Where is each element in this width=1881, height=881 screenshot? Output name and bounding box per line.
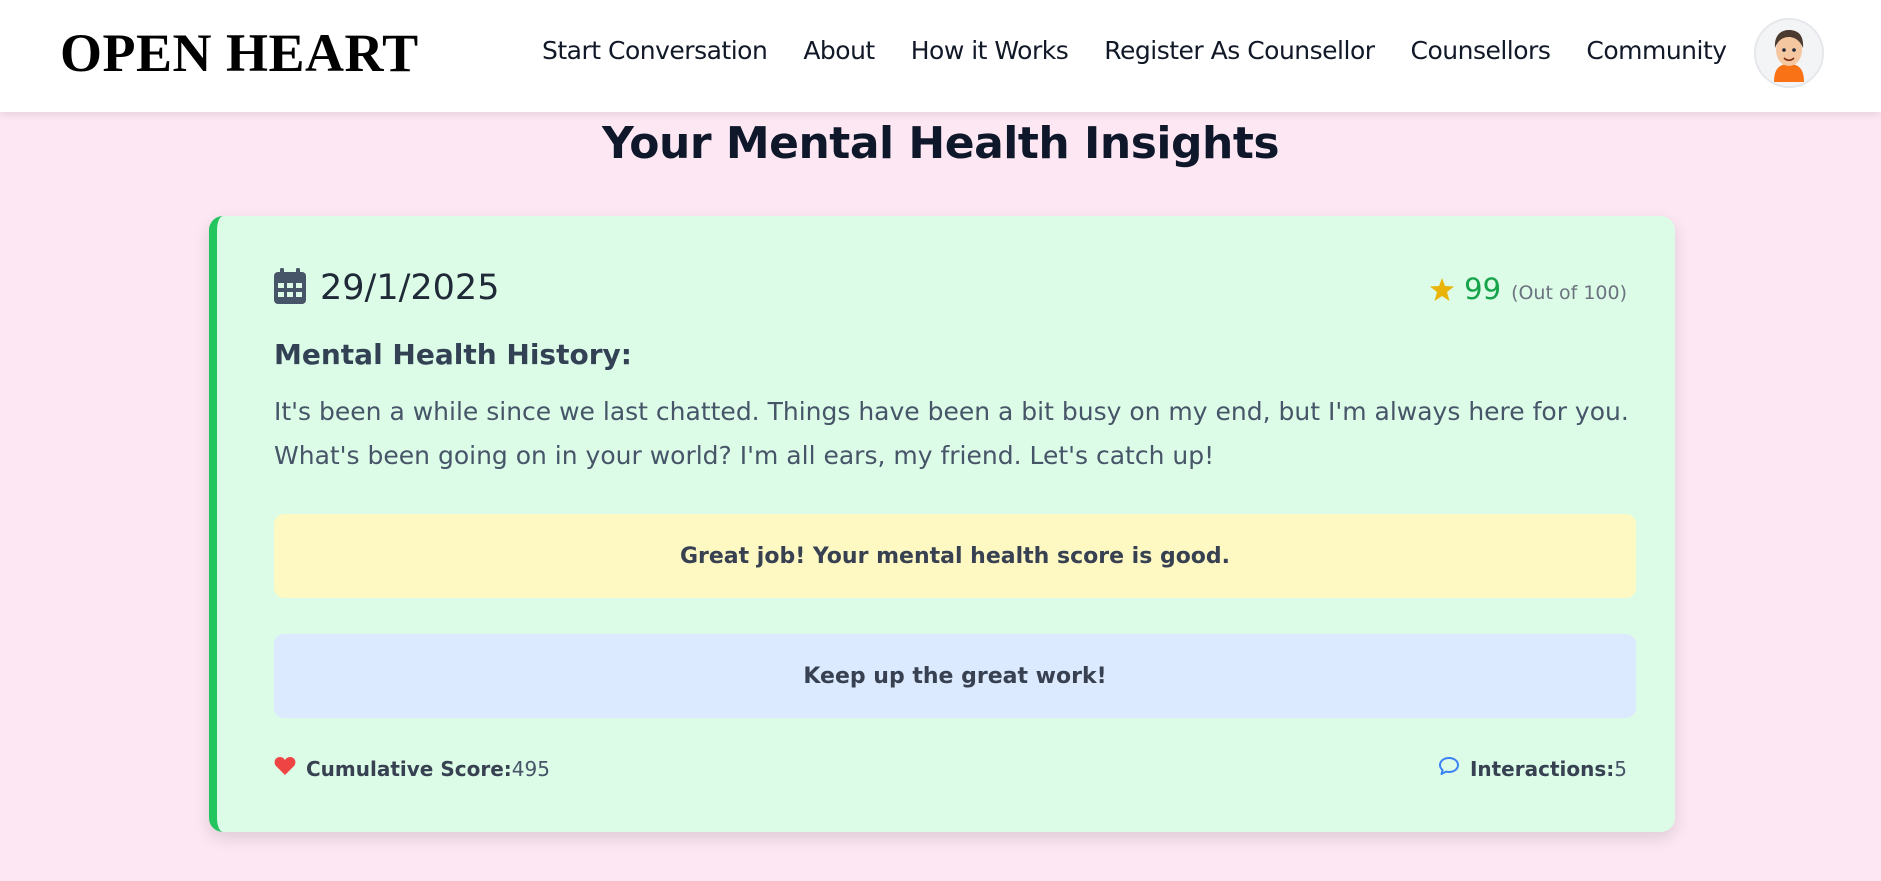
interactions-value: 5 (1614, 756, 1627, 781)
heart-icon (274, 756, 296, 781)
date-text: 29/1/2025 (320, 268, 500, 308)
encouragement-text: Keep up the great work! (803, 663, 1107, 689)
nav-community[interactable]: Community (1586, 36, 1727, 65)
score-display: 99 (Out of 100) (1430, 272, 1627, 306)
insight-date: 29/1/2025 (274, 268, 499, 308)
cumulative-value: 495 (511, 756, 550, 781)
nav-about[interactable]: About (803, 36, 875, 65)
encouragement-banner: Keep up the great work! (274, 634, 1636, 718)
chat-bubble-icon (1438, 756, 1460, 781)
brand-logo[interactable]: OPEN HEART (60, 20, 419, 86)
nav-how-it-works[interactable]: How it Works (911, 36, 1069, 65)
history-heading: Mental Health History: (274, 338, 632, 371)
star-icon (1430, 276, 1455, 303)
score-message-banner: Great job! Your mental health score is g… (274, 514, 1636, 598)
score-scale: (Out of 100) (1511, 282, 1627, 304)
nav-register-counsellor[interactable]: Register As Counsellor (1104, 36, 1375, 65)
insight-card: 29/1/2025 99 (Out of 100) Mental Health … (209, 216, 1675, 832)
nav-counsellors[interactable]: Counsellors (1411, 36, 1551, 65)
avatar-face-icon (1756, 20, 1822, 86)
cumulative-score: Cumulative Score:495 (274, 756, 550, 781)
interactions-count: Interactions:5 (1438, 756, 1627, 781)
user-avatar[interactable] (1754, 18, 1824, 88)
nav-links: Start Conversation About How it Works Re… (542, 36, 1727, 65)
interactions-label: Interactions: (1469, 756, 1615, 781)
navbar: OPEN HEART Start Conversation About How … (0, 0, 1881, 112)
calendar-icon (274, 268, 306, 308)
score-message-text: Great job! Your mental health score is g… (679, 543, 1231, 569)
history-text: It's been a while since we last chatted.… (274, 397, 1629, 470)
score-value: 99 (1464, 272, 1502, 306)
nav-start-conversation[interactable]: Start Conversation (542, 36, 768, 65)
cumulative-label: Cumulative Score: (306, 756, 512, 781)
page-title: Your Mental Health Insights (601, 118, 1280, 169)
